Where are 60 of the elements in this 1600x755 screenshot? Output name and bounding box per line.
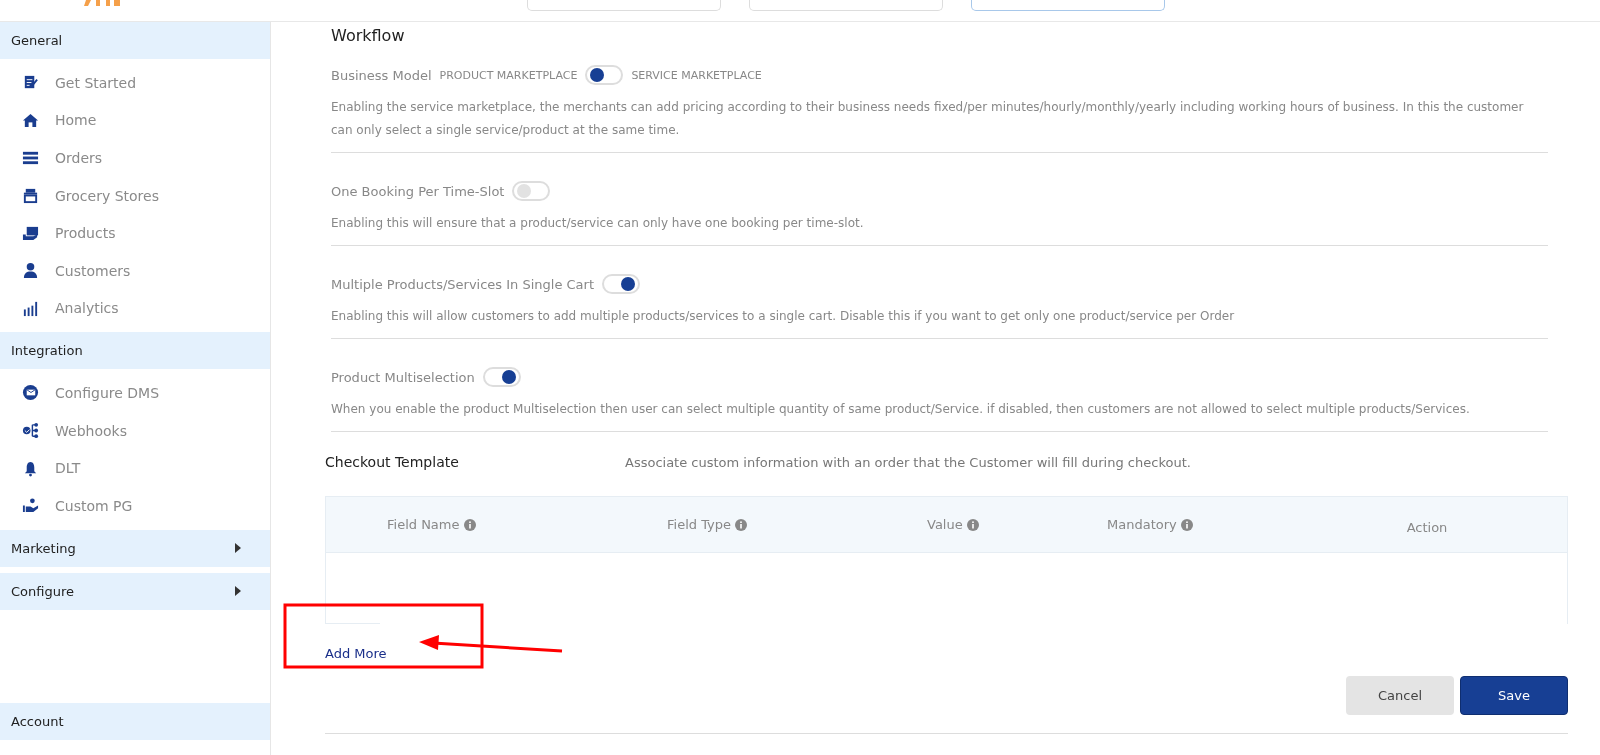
add-more-link[interactable]: Add More bbox=[325, 646, 387, 661]
sidebar-item[interactable]: DLT bbox=[0, 449, 270, 487]
top-tab[interactable] bbox=[971, 0, 1165, 11]
section-title: Account bbox=[11, 714, 64, 729]
network-icon bbox=[22, 422, 39, 440]
section-title: Configure bbox=[11, 583, 74, 599]
bar-chart-icon bbox=[22, 299, 39, 317]
section-header[interactable]: Configure bbox=[0, 572, 270, 610]
sidebar-item[interactable]: Analytics bbox=[0, 289, 270, 328]
toggle-switch[interactable] bbox=[602, 274, 641, 294]
option-label: PRODUCT MARKETPLACE bbox=[439, 68, 578, 82]
sidebar-item[interactable]: Webhooks bbox=[0, 411, 270, 450]
section-title: General bbox=[11, 33, 63, 48]
setting-description: Enabling the service marketplace, the merchants can add pricing according to their business needs fixed/per minutes/hourly/monthly/yearly including working hours of business. In this the customer can only select a single service/product at the same time. bbox=[331, 99, 1525, 139]
sidebar-item[interactable]: Custom PG bbox=[0, 486, 270, 525]
caret-icon bbox=[235, 543, 241, 554]
sidebar-item[interactable]: Configure DMS bbox=[0, 374, 270, 412]
section-title: Checkout Template bbox=[325, 454, 460, 470]
setting-description: Enabling this will ensure that a product/service can only have one booking per time-slot. bbox=[331, 215, 865, 232]
info-icon[interactable] bbox=[463, 518, 476, 531]
logo-icon bbox=[82, 0, 122, 6]
column-header: Mandatory bbox=[1107, 517, 1177, 532]
option-label: SERVICE MARKETPLACE bbox=[631, 68, 762, 82]
store-icon bbox=[22, 187, 39, 205]
setting-description: When you enable the product Multiselection then user can select multiple quantity of same product/Service. if disabled, then customers are not allowed to select multiple products/Services. bbox=[331, 401, 1471, 418]
column-header: Field Name bbox=[387, 517, 460, 532]
section-title: Integration bbox=[11, 343, 83, 359]
toggle-switch[interactable] bbox=[482, 367, 521, 387]
toggle-switch[interactable] bbox=[585, 65, 624, 85]
envelope-icon bbox=[22, 384, 39, 402]
info-icon[interactable] bbox=[1180, 518, 1193, 531]
setting-description: Enabling this will allow customers to add multiple products/services to a single cart. Disable this if you want to get only one product/service per Order bbox=[331, 308, 1236, 325]
list-icon bbox=[22, 149, 39, 167]
sidebar-item[interactable]: Get Started bbox=[0, 64, 270, 102]
sidebar-item[interactable]: Products bbox=[0, 214, 270, 252]
setting-label: Multiple Products/Services In Single Cart bbox=[331, 276, 595, 292]
setting-label: Business Model bbox=[331, 67, 432, 83]
setting-label: One Booking Per Time-Slot bbox=[331, 183, 505, 199]
info-icon[interactable] bbox=[735, 518, 747, 531]
sidebar-item[interactable]: Grocery Stores bbox=[0, 176, 270, 215]
sidebar-item[interactable]: Home bbox=[0, 101, 270, 140]
info-icon[interactable] bbox=[966, 518, 979, 531]
setting-label: Product Multiselection bbox=[331, 369, 475, 385]
section-description: Associate custom information with an order that the Customer will fill during checkout. bbox=[625, 454, 1191, 470]
home-icon bbox=[22, 111, 39, 129]
column-header: Action bbox=[1406, 520, 1448, 535]
cancel-button[interactable]: Cancel bbox=[1346, 676, 1454, 715]
caret-icon bbox=[235, 586, 241, 597]
save-button[interactable]: Save bbox=[1460, 676, 1568, 715]
sidebar-item[interactable]: Orders bbox=[0, 139, 270, 177]
toggle-switch[interactable] bbox=[512, 181, 551, 201]
section-title: Marketing bbox=[11, 540, 76, 556]
section-header[interactable]: Marketing bbox=[0, 529, 270, 567]
box-icon bbox=[22, 224, 39, 242]
section-title: Workflow bbox=[331, 26, 406, 45]
sidebar-item[interactable]: Customers bbox=[0, 251, 270, 290]
hand-icon bbox=[22, 497, 39, 515]
person-icon bbox=[22, 262, 39, 280]
column-header: Field Type bbox=[667, 517, 731, 532]
column-header: Value bbox=[927, 517, 963, 532]
